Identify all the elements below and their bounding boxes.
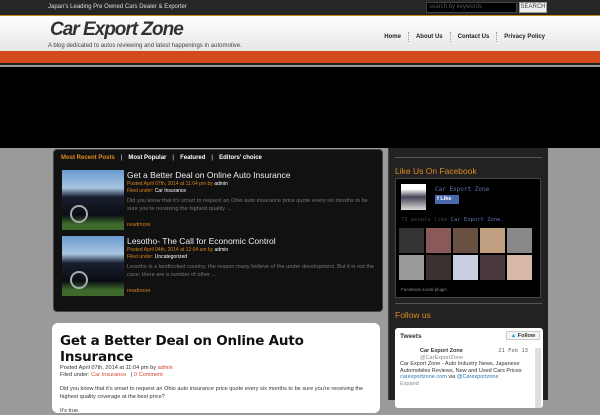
scrollbar[interactable] bbox=[535, 348, 541, 408]
post-meta: Posted April 07th, 2014 at 11:04 pm by a… bbox=[127, 181, 228, 187]
facebook-widget: Car Export Zone f Like 73 people like Ca… bbox=[395, 178, 541, 298]
slider-area bbox=[0, 67, 600, 148]
author-link[interactable]: admin bbox=[158, 365, 173, 371]
site-header: Car Export Zone A blog dedicated to auto… bbox=[0, 16, 600, 51]
readmore-link[interactable]: readmore bbox=[127, 222, 151, 228]
site-title[interactable]: Car Export Zone bbox=[50, 19, 184, 41]
nav-home[interactable]: Home bbox=[377, 32, 408, 42]
twitter-bird-icon: ▲ bbox=[510, 333, 517, 339]
post-category: Filed under: Uncategorized bbox=[127, 254, 188, 260]
featured-tabs: Most Recent Posts | Most Popular | Feature… bbox=[61, 154, 262, 161]
tab-editors-choice[interactable]: Editors' choice bbox=[219, 155, 262, 161]
post-excerpt: Did you know that it's smart to request … bbox=[127, 198, 368, 212]
top-bar: Japan's Leading Pre Owned Cars Dealer & … bbox=[0, 0, 600, 16]
post-excerpt: Lesotho is a landlocked country, the rea… bbox=[127, 264, 375, 278]
fan-avatar[interactable] bbox=[453, 255, 478, 280]
post-thumbnail[interactable] bbox=[62, 170, 124, 230]
post-title[interactable]: Lesotho- The Call for Economic Control bbox=[127, 236, 276, 246]
comments-link[interactable]: 0 Comment bbox=[134, 372, 163, 378]
fb-plugin-label[interactable]: Facebook social plugin bbox=[401, 287, 447, 292]
fb-page-name[interactable]: Car Export Zone bbox=[435, 186, 489, 193]
tweet-date: 21 Feb 13 bbox=[498, 348, 528, 354]
search-input[interactable]: search by keywords bbox=[426, 2, 517, 13]
page-logo[interactable] bbox=[401, 184, 426, 210]
tab-most-recent[interactable]: Most Recent Posts bbox=[61, 155, 115, 161]
follow-heading: Follow us bbox=[395, 310, 431, 320]
search-button[interactable]: SEARCH bbox=[519, 2, 547, 13]
list-item: Lesotho- The Call for Economic Control P… bbox=[62, 236, 376, 296]
post-meta: Posted April 07th, 2014 at 11:04 pm by a… bbox=[60, 365, 173, 371]
post-meta: Posted April 04th, 2014 at 12:04 am by a… bbox=[127, 247, 229, 253]
post-paragraph: It's true. bbox=[60, 408, 80, 414]
fan-avatar[interactable] bbox=[453, 228, 478, 253]
tab-most-popular[interactable]: Most Popular bbox=[128, 155, 166, 161]
nav-privacy[interactable]: Privacy Policy bbox=[496, 32, 552, 42]
readmore-link[interactable]: readmore bbox=[127, 288, 151, 294]
post-paragraph: Did you know that it's smart to request … bbox=[60, 386, 364, 400]
fan-faces bbox=[399, 228, 532, 280]
nav-contact[interactable]: Contact Us bbox=[449, 32, 497, 42]
fb-like-count: 73 people like Car Export Zone. bbox=[401, 217, 504, 223]
sidebar: Like Us On Facebook Car Export Zone f Li… bbox=[388, 148, 548, 408]
post-title[interactable]: Get a Better Deal on Online Auto Insuran… bbox=[60, 333, 372, 365]
fan-avatar[interactable] bbox=[507, 228, 532, 253]
fan-avatar[interactable] bbox=[480, 255, 505, 280]
tab-featured[interactable]: Featured bbox=[180, 155, 205, 161]
accent-band bbox=[0, 51, 600, 65]
featured-posts-box: Most Recent Posts | Most Popular | Feature… bbox=[53, 149, 383, 312]
twitter-widget: Tweets ▲ Follow Car Export Zone @CarExpo… bbox=[395, 328, 543, 408]
fb-like-button[interactable]: f Like bbox=[435, 195, 459, 204]
post-category: Filed under: Car Insurance bbox=[127, 188, 187, 194]
nav-about[interactable]: About Us bbox=[407, 32, 450, 42]
facebook-heading: Like Us On Facebook bbox=[395, 166, 477, 176]
fan-avatar[interactable] bbox=[399, 255, 424, 280]
site-description: A blog dedicated to autos reviewing and … bbox=[48, 43, 242, 49]
list-item: Get a Better Deal on Online Auto Insuran… bbox=[62, 170, 376, 230]
post-thumbnail[interactable] bbox=[62, 236, 124, 296]
fan-avatar[interactable] bbox=[399, 228, 424, 253]
fan-avatar[interactable] bbox=[426, 255, 451, 280]
post-category: Filed under: Car Insurance | 0 Comment bbox=[60, 372, 163, 378]
fan-avatar[interactable] bbox=[507, 255, 532, 280]
category-link[interactable]: Car Insurance bbox=[91, 372, 126, 378]
fan-avatar[interactable] bbox=[426, 228, 451, 253]
top-tagline: Japan's Leading Pre Owned Cars Dealer & … bbox=[48, 4, 187, 10]
fan-avatar[interactable] bbox=[480, 228, 505, 253]
follow-button[interactable]: ▲ Follow bbox=[506, 331, 540, 340]
main-nav: Home About Us Contact Us Privacy Policy bbox=[377, 32, 552, 42]
post-title[interactable]: Get a Better Deal on Online Auto Insuran… bbox=[127, 170, 291, 180]
